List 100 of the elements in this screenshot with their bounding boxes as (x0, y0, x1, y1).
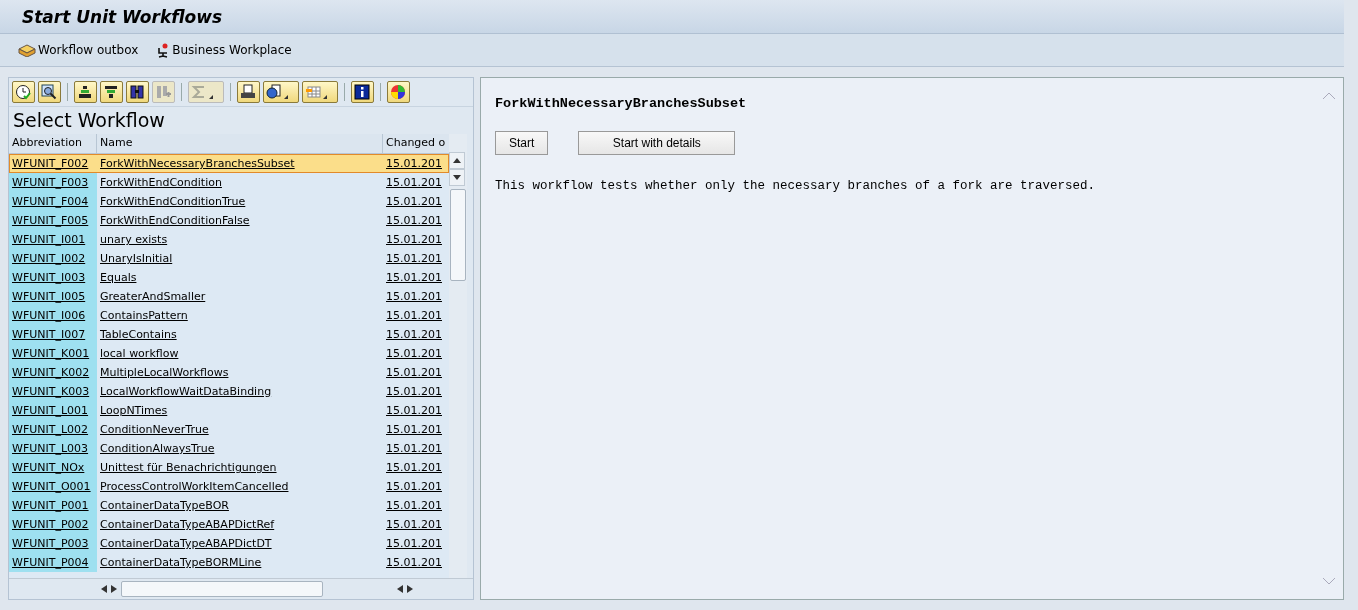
column-header[interactable]: Changed o (383, 134, 449, 154)
abbreviation-link[interactable]: WFUNIT_P002 (9, 515, 97, 534)
table-row[interactable]: WFUNIT_P003 ContainerDataTypeABAPDictDT 15.01.201 (9, 534, 449, 553)
abbreviation-link[interactable]: WFUNIT_I005 (9, 287, 97, 306)
table-row[interactable]: WFUNIT_P001 ContainerDataTypeBOR 15.01.201 (9, 496, 449, 515)
table-row[interactable]: WFUNIT_I002 UnaryIsInitial 15.01.201 (9, 249, 449, 268)
abbreviation-link[interactable]: WFUNIT_K002 (9, 363, 97, 382)
name-link[interactable]: LoopNTimes (97, 401, 383, 420)
scroll-left-icon[interactable] (397, 585, 403, 593)
export-button[interactable] (263, 81, 299, 103)
date-link[interactable]: 15.01.201 (383, 363, 449, 382)
date-link[interactable]: 15.01.201 (383, 458, 449, 477)
abbreviation-link[interactable]: WFUNIT_L003 (9, 439, 97, 458)
find-button[interactable] (126, 81, 149, 103)
scroll-right-icon[interactable] (111, 585, 117, 593)
date-link[interactable]: 15.01.201 (383, 401, 449, 420)
date-link[interactable]: 15.01.201 (383, 496, 449, 515)
abbreviation-link[interactable]: WFUNIT_F005 (9, 211, 97, 230)
name-link[interactable]: Equals (97, 268, 383, 287)
date-link[interactable]: 15.01.201 (383, 287, 449, 306)
abbreviation-link[interactable]: WFUNIT_NOx (9, 458, 97, 477)
toolbar-button[interactable]: Business Workplace (156, 42, 292, 58)
table-row[interactable]: WFUNIT_L002 ConditionNeverTrue 15.01.201 (9, 420, 449, 439)
abbreviation-link[interactable]: WFUNIT_O001 (9, 477, 97, 496)
scroll-up-button[interactable] (449, 152, 465, 169)
date-link[interactable]: 15.01.201 (383, 420, 449, 439)
layout-button[interactable] (302, 81, 338, 103)
date-link[interactable]: 15.01.201 (383, 553, 449, 572)
abbreviation-link[interactable]: WFUNIT_K003 (9, 382, 97, 401)
abbreviation-link[interactable]: WFUNIT_K001 (9, 344, 97, 363)
abbreviation-link[interactable]: WFUNIT_I001 (9, 230, 97, 249)
table-row[interactable]: WFUNIT_F002 ForkWithNecessaryBranchesSubset 15.01.201 (9, 154, 449, 173)
name-link[interactable]: GreaterAndSmaller (97, 287, 383, 306)
table-row[interactable]: WFUNIT_K001 local workflow 15.01.201 (9, 344, 449, 363)
abbreviation-link[interactable]: WFUNIT_F004 (9, 192, 97, 211)
column-header[interactable]: Name (97, 134, 383, 154)
abbreviation-link[interactable]: WFUNIT_P004 (9, 553, 97, 572)
abbreviation-link[interactable]: WFUNIT_P003 (9, 534, 97, 553)
table-row[interactable]: WFUNIT_O001 ProcessControlWorkItemCancelled 15.01.201 (9, 477, 449, 496)
name-link[interactable]: unary exists (97, 230, 383, 249)
abbreviation-link[interactable]: WFUNIT_P001 (9, 496, 97, 515)
table-row[interactable]: WFUNIT_I001 unary exists 15.01.201 (9, 230, 449, 249)
name-link[interactable]: ContainerDataTypeBORMLine (97, 553, 383, 572)
table-row[interactable]: WFUNIT_F005 ForkWithEndConditionFalse 15.01.201 (9, 211, 449, 230)
date-link[interactable]: 15.01.201 (383, 230, 449, 249)
name-link[interactable]: ConditionAlwaysTrue (97, 439, 383, 458)
name-link[interactable]: ForkWithEndConditionTrue (97, 192, 383, 211)
table-row[interactable]: WFUNIT_F004 ForkWithEndConditionTrue 15.01.201 (9, 192, 449, 211)
abbreviation-link[interactable]: WFUNIT_I003 (9, 268, 97, 287)
table-row[interactable]: WFUNIT_I003 Equals 15.01.201 (9, 268, 449, 287)
scroll-thumb[interactable] (121, 581, 323, 597)
table-row[interactable]: WFUNIT_P002 ContainerDataTypeABAPDictRef 15.01.201 (9, 515, 449, 534)
date-link[interactable]: 15.01.201 (383, 249, 449, 268)
date-link[interactable]: 15.01.201 (383, 173, 449, 192)
name-link[interactable]: local workflow (97, 344, 383, 363)
date-link[interactable]: 15.01.201 (383, 268, 449, 287)
name-link[interactable]: LocalWorkflowWaitDataBinding (97, 382, 383, 401)
abbreviation-link[interactable]: WFUNIT_I007 (9, 325, 97, 344)
start-button[interactable]: Start (495, 131, 549, 155)
table-row[interactable]: WFUNIT_I006 ContainsPattern 15.01.201 (9, 306, 449, 325)
table-row[interactable]: WFUNIT_L003 ConditionAlwaysTrue 15.01.201 (9, 439, 449, 458)
date-link[interactable]: 15.01.201 (383, 382, 449, 401)
column-header[interactable]: Abbreviation (9, 134, 97, 154)
date-link[interactable]: 15.01.201 (383, 192, 449, 211)
table-row[interactable]: WFUNIT_F003 ForkWithEndCondition 15.01.201 (9, 173, 449, 192)
toolbar-button[interactable]: Workflow outbox (18, 43, 139, 57)
abbreviation-link[interactable]: WFUNIT_I006 (9, 306, 97, 325)
date-link[interactable]: 15.01.201 (383, 439, 449, 458)
table-row[interactable]: WFUNIT_K003 LocalWorkflowWaitDataBinding 15.01.201 (9, 382, 449, 401)
name-link[interactable]: ForkWithNecessaryBranchesSubset (97, 154, 383, 173)
name-link[interactable]: UnaryIsInitial (97, 249, 383, 268)
name-link[interactable]: TableContains (97, 325, 383, 344)
date-link[interactable]: 15.01.201 (383, 515, 449, 534)
filter-button[interactable] (100, 81, 123, 103)
time-button[interactable] (12, 81, 35, 103)
table-row[interactable]: WFUNIT_NOx Unittest für Benachrichtigungen 15.01.201 (9, 458, 449, 477)
date-link[interactable]: 15.01.201 (383, 325, 449, 344)
table-row[interactable]: WFUNIT_I007 TableContains 15.01.201 (9, 325, 449, 344)
date-link[interactable]: 15.01.201 (383, 211, 449, 230)
table-row[interactable]: WFUNIT_P004 ContainerDataTypeBORMLine 15.01.201 (9, 553, 449, 572)
date-link[interactable]: 15.01.201 (383, 534, 449, 553)
name-link[interactable]: Unittest für Benachrichtigungen (97, 458, 383, 477)
name-link[interactable]: ConditionNeverTrue (97, 420, 383, 439)
abbreviation-link[interactable]: WFUNIT_L002 (9, 420, 97, 439)
date-link[interactable]: 15.01.201 (383, 306, 449, 325)
abbreviation-link[interactable]: WFUNIT_F003 (9, 173, 97, 192)
scroll-left-icon[interactable] (101, 585, 107, 593)
scroll-down-button[interactable] (449, 169, 465, 186)
print-button[interactable] (237, 81, 260, 103)
color-button[interactable] (387, 81, 410, 103)
date-link[interactable]: 15.01.201 (383, 344, 449, 363)
table-row[interactable]: WFUNIT_K002 MultipleLocalWorkflows 15.01.201 (9, 363, 449, 382)
sort-ascending-button[interactable] (74, 81, 97, 103)
date-link[interactable]: 15.01.201 (383, 477, 449, 496)
table-row[interactable]: WFUNIT_L001 LoopNTimes 15.01.201 (9, 401, 449, 420)
name-link[interactable]: ContainerDataTypeABAPDictDT (97, 534, 383, 553)
name-link[interactable]: ContainerDataTypeBOR (97, 496, 383, 515)
name-link[interactable]: ProcessControlWorkItemCancelled (97, 477, 383, 496)
scroll-thumb[interactable] (450, 189, 466, 281)
table-row[interactable]: WFUNIT_I005 GreaterAndSmaller 15.01.201 (9, 287, 449, 306)
